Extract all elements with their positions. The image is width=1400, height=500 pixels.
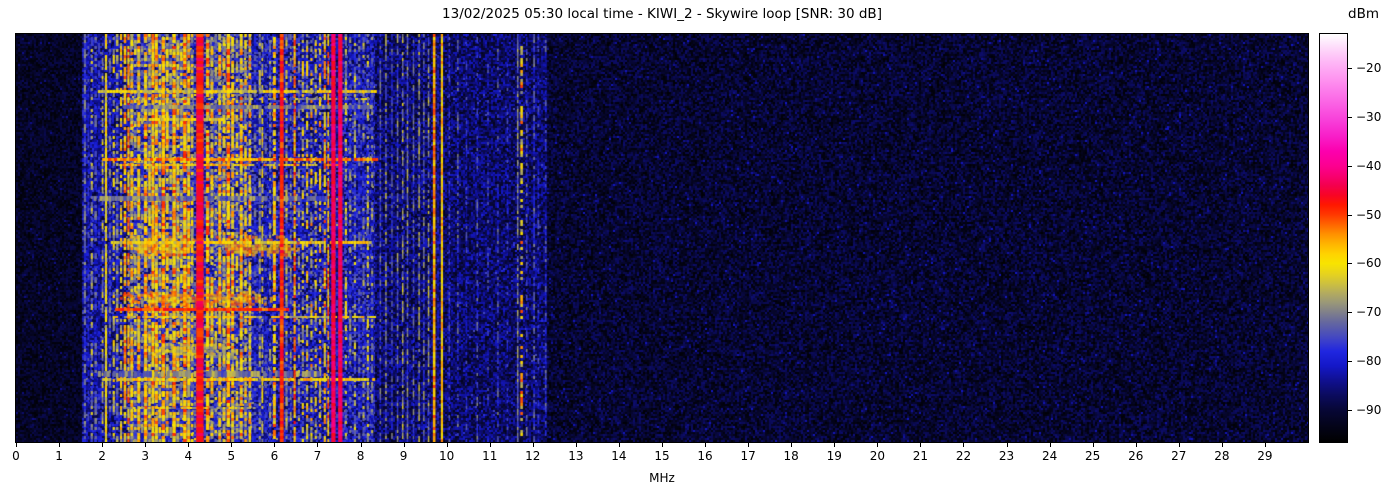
x-tick-label: 21	[912, 449, 929, 463]
x-tick-label: 5	[227, 449, 236, 463]
x-tick-mark	[705, 443, 707, 447]
x-tick-mark	[1049, 443, 1051, 447]
x-tick-mark	[1221, 443, 1223, 447]
chart-title: 13/02/2025 05:30 local time - KIWI_2 - S…	[442, 6, 882, 22]
x-tick-mark	[1006, 443, 1008, 447]
colorbar-tick-mark	[1348, 214, 1352, 216]
x-axis-label: MHz	[649, 471, 675, 485]
x-tick-label: 15	[654, 449, 670, 463]
x-tick-mark	[446, 443, 448, 447]
colorbar-tick-label: −90	[1356, 402, 1382, 417]
x-tick-label: 2	[98, 449, 106, 463]
spectrogram-page: { "chart_data": { "type": "heatmap", "su…	[0, 0, 1400, 500]
x-tick-label: 18	[783, 449, 799, 463]
x-tick-label: 4	[184, 449, 193, 463]
colorbar-tick-mark	[1348, 263, 1352, 265]
x-tick-mark	[618, 443, 620, 447]
x-tick-label: 13	[568, 449, 584, 463]
colorbar-tick-mark	[1348, 165, 1352, 167]
colorbar: −20 −30 −40 −50 −60 −70 −80 −90	[1319, 33, 1400, 443]
x-tick-mark	[877, 443, 879, 447]
x-tick-label: 8	[356, 449, 365, 463]
x-tick-label: 6	[270, 449, 279, 463]
x-tick-label: 12	[525, 449, 541, 463]
x-tick-label: 10	[439, 449, 455, 463]
colorbar-unit-label: dBm	[1348, 6, 1379, 22]
colorbar-tick-label: −40	[1356, 158, 1382, 173]
x-tick-mark	[274, 443, 276, 447]
colorbar-tick-mark	[1348, 68, 1352, 70]
x-tick-mark	[102, 443, 104, 447]
x-tick-label: 1	[55, 449, 63, 463]
x-tick-mark	[748, 443, 750, 447]
x-tick-mark	[145, 443, 147, 447]
x-tick-mark	[791, 443, 793, 447]
x-tick-mark	[575, 443, 577, 447]
colorbar-tick-label: −20	[1356, 61, 1382, 76]
plot-area	[15, 33, 1309, 443]
x-tick-mark	[59, 443, 61, 447]
x-tick-mark	[1135, 443, 1137, 447]
x-tick-mark	[1178, 443, 1180, 447]
colorbar-tick-label: −60	[1356, 256, 1382, 271]
colorbar-tick-label: −80	[1356, 353, 1382, 368]
x-tick-label: 0	[12, 449, 20, 463]
colorbar-tick-mark	[1348, 409, 1352, 411]
x-tick-label: 20	[869, 449, 885, 463]
colorbar-gradient	[1319, 33, 1348, 443]
x-tick-label: 28	[1214, 449, 1230, 463]
x-tick-mark	[1264, 443, 1266, 447]
colorbar-tick-label: −70	[1356, 305, 1382, 320]
colorbar-tick-mark	[1348, 312, 1352, 314]
x-tick-mark	[963, 443, 965, 447]
x-tick-mark	[360, 443, 362, 447]
x-tick-mark	[489, 443, 491, 447]
x-tick-mark	[188, 443, 190, 447]
x-tick-label: 16	[697, 449, 713, 463]
x-tick-label: 26	[1128, 449, 1144, 463]
x-tick-label: 19	[826, 449, 842, 463]
x-tick-mark	[532, 443, 534, 447]
x-tick-label: 11	[482, 449, 498, 463]
x-tick-label: 3	[141, 449, 149, 463]
x-tick-label: 7	[313, 449, 322, 463]
x-tick-label: 22	[955, 449, 972, 463]
x-tick-label: 23	[998, 449, 1015, 463]
x-tick-mark	[662, 443, 663, 447]
colorbar-tick-mark	[1348, 116, 1352, 118]
x-tick-mark	[317, 443, 319, 447]
x-tick-mark	[231, 443, 233, 447]
x-tick-mark	[1092, 443, 1094, 447]
x-tick-label: 17	[740, 449, 756, 463]
colorbar-tick-mark	[1348, 360, 1352, 362]
x-tick-label: 27	[1171, 449, 1187, 463]
x-tick-mark	[16, 443, 17, 447]
x-tick-mark	[920, 443, 922, 447]
x-tick-mark	[403, 443, 405, 447]
colorbar-tick-label: −50	[1356, 207, 1382, 222]
x-tick-label: 29	[1257, 449, 1273, 463]
x-tick-label: 14	[611, 449, 627, 463]
x-tick-label: 24	[1041, 449, 1058, 463]
colorbar-tick-label: −30	[1356, 109, 1382, 124]
x-tick-mark	[834, 443, 836, 447]
x-tick-label: 25	[1085, 449, 1101, 463]
spectrogram-heatmap	[16, 34, 1308, 442]
x-tick-label: 9	[399, 449, 408, 463]
